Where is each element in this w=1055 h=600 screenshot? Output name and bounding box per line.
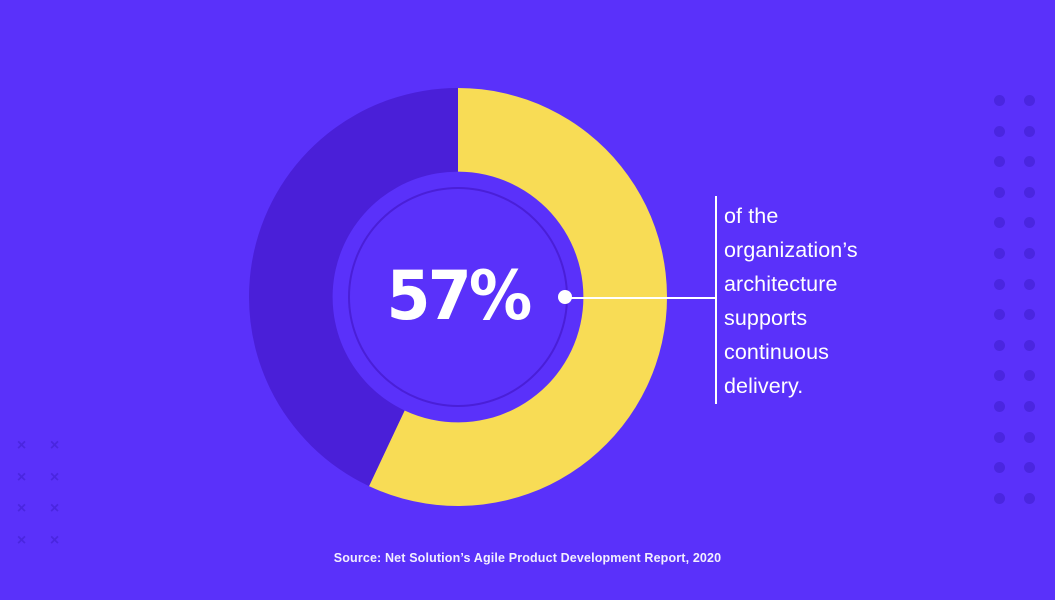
callout-line: of the	[724, 204, 779, 228]
decorative-dot	[994, 339, 1005, 351]
decorative-dot	[994, 125, 1005, 137]
decorative-x-icon: ×	[16, 500, 27, 517]
decorative-dot	[994, 401, 1005, 412]
decorative-dot	[1024, 186, 1035, 198]
decorative-dot	[994, 95, 1005, 106]
decorative-dot-grid	[994, 95, 1042, 507]
decorative-dot	[1024, 95, 1035, 106]
decorative-dot	[994, 309, 1005, 321]
decorative-dot	[1024, 339, 1035, 351]
decorative-dot	[1024, 370, 1035, 382]
decorative-dot	[994, 492, 1005, 504]
decorative-dot	[1024, 278, 1035, 290]
callout-vertical-rule	[715, 196, 717, 404]
decorative-dot	[1024, 125, 1035, 137]
callout-line: architecture	[724, 272, 838, 296]
decorative-x-icon: ×	[49, 468, 60, 486]
decorative-dot	[994, 248, 1005, 259]
decorative-dot	[1024, 462, 1035, 474]
infographic-slide: 57% of the organization’s architecture s…	[0, 0, 1055, 600]
decorative-dot	[994, 370, 1005, 382]
decorative-dot	[1024, 309, 1035, 321]
decorative-dot	[994, 462, 1005, 474]
source-note: Source: Net Solution’s Agile Product Dev…	[333, 551, 722, 565]
decorative-dot	[1024, 492, 1035, 504]
decorative-dot	[994, 431, 1005, 443]
decorative-inner-ring	[348, 187, 568, 407]
decorative-dot	[1024, 401, 1035, 412]
callout-line: continuous	[724, 340, 829, 364]
decorative-dot	[1024, 431, 1035, 443]
decorative-x-icon: ×	[49, 437, 60, 454]
callout-dot-icon	[558, 290, 572, 304]
decorative-dot	[994, 186, 1005, 198]
decorative-dot	[1024, 156, 1035, 168]
callout-line: supports	[724, 306, 808, 330]
decorative-dot	[994, 217, 1005, 229]
decorative-dot	[1024, 248, 1035, 259]
decorative-dot	[1024, 217, 1035, 229]
callout-text: of the organization’s architecture suppo…	[724, 199, 1024, 403]
decorative-x-icon: ×	[16, 531, 27, 549]
callout-leader-line	[571, 296, 717, 299]
decorative-x-icon: ×	[49, 531, 60, 549]
callout-line: organization’s	[724, 238, 858, 262]
decorative-x-icon: ×	[16, 468, 27, 486]
decorative-x-grid: × × × × × × × ×	[14, 438, 74, 563]
callout-line: delivery.	[724, 374, 804, 398]
decorative-x-icon: ×	[49, 500, 60, 517]
decorative-dot	[994, 156, 1005, 168]
decorative-dot	[994, 278, 1005, 290]
decorative-x-icon: ×	[16, 437, 27, 454]
